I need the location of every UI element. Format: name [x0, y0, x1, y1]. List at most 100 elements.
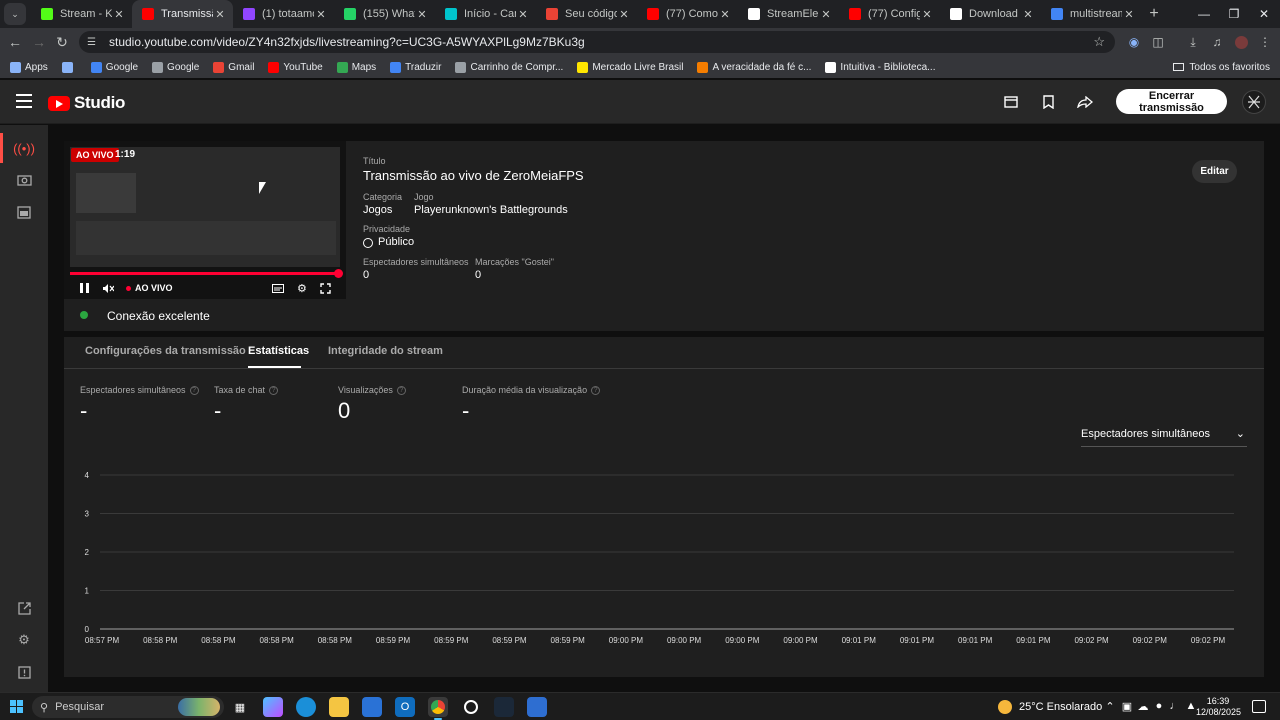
help-icon[interactable]: ?: [189, 385, 199, 395]
bookmark-item[interactable]: A veracidade da fé c...: [697, 61, 811, 73]
edge-icon[interactable]: [296, 697, 316, 717]
chevron-up-icon[interactable]: ⌃: [1103, 700, 1117, 713]
feedback-icon[interactable]: [15, 663, 33, 681]
tab-stream-health[interactable]: Integridade do stream: [328, 345, 443, 357]
tab-statistics[interactable]: Estatísticas: [248, 345, 309, 357]
store-icon[interactable]: [362, 697, 382, 717]
tab-close-icon[interactable]: ✕: [1122, 8, 1136, 21]
edit-button[interactable]: Editar: [1192, 160, 1237, 183]
new-tab-plus-icon[interactable]: +: [1142, 5, 1166, 23]
bookmark-item[interactable]: [61, 61, 77, 73]
bookmark-icon[interactable]: [1039, 93, 1057, 111]
reload-icon[interactable]: ↻: [53, 33, 71, 51]
calendar-icon[interactable]: [15, 203, 33, 221]
site-info-icon[interactable]: ☰: [87, 37, 101, 48]
tab-close-icon[interactable]: ✕: [314, 8, 328, 21]
progress-knob[interactable]: [334, 269, 343, 278]
stream-preview-player[interactable]: [64, 141, 346, 299]
external-link-icon[interactable]: [15, 599, 33, 617]
steam-icon[interactable]: [494, 697, 514, 717]
help-icon[interactable]: ?: [396, 385, 406, 395]
tab-close-icon[interactable]: ✕: [112, 8, 126, 21]
tab-close-icon[interactable]: ✕: [819, 8, 833, 21]
camera-icon[interactable]: [15, 171, 33, 189]
bookmark-item[interactable]: Maps: [336, 61, 376, 73]
layout-icon[interactable]: [1002, 93, 1020, 111]
media-controls-icon[interactable]: ♫: [1209, 34, 1225, 50]
channel-avatar[interactable]: [1242, 90, 1266, 114]
browser-tab[interactable]: Início - Canva✕: [435, 0, 536, 28]
tab-close-icon[interactable]: ✕: [415, 8, 429, 21]
bookmark-star-icon[interactable]: ☆: [1093, 34, 1105, 50]
back-arrow-icon[interactable]: ←: [6, 33, 24, 51]
browser-tab[interactable]: (77) Configura✕: [839, 0, 940, 28]
bookmark-item[interactable]: Intuitiva - Biblioteca...: [825, 61, 935, 73]
tab-close-icon[interactable]: ✕: [1021, 8, 1035, 21]
extensions-puzzle-icon[interactable]: ◫: [1150, 34, 1166, 50]
help-icon[interactable]: ?: [269, 385, 279, 395]
windows-start-icon[interactable]: [10, 700, 23, 713]
mute-icon[interactable]: [102, 281, 114, 295]
weather-text[interactable]: 25°C Ensolarado: [1019, 701, 1102, 713]
bookmark-item[interactable]: Apps: [10, 61, 48, 73]
bookmark-item[interactable]: Carrinho de Compr...: [455, 61, 563, 73]
task-view-icon[interactable]: ▦: [230, 697, 250, 717]
extension-circle-icon[interactable]: ◉: [1126, 34, 1142, 50]
bookmark-item[interactable]: Traduzir: [390, 61, 441, 73]
browser-tab[interactable]: (155) WhatsApp✕: [334, 0, 435, 28]
player-live-label[interactable]: AO VIVO: [126, 281, 173, 295]
all-bookmarks[interactable]: Todos os favoritos: [1173, 56, 1270, 78]
tab-search-chevron-icon[interactable]: ⌄: [4, 3, 26, 25]
window-close-icon[interactable]: ✕: [1248, 0, 1280, 28]
profile-avatar-icon[interactable]: [1233, 34, 1249, 50]
download-icon[interactable]: ⤓: [1185, 34, 1201, 50]
sun-weather-icon[interactable]: [998, 700, 1012, 714]
help-icon[interactable]: ?: [591, 385, 601, 395]
tab-close-icon[interactable]: ✕: [213, 8, 227, 21]
bookmark-item[interactable]: YouTube: [268, 61, 323, 73]
fullscreen-icon[interactable]: [320, 281, 331, 295]
minimize-icon[interactable]: —: [1188, 0, 1220, 28]
klite-icon[interactable]: [527, 697, 547, 717]
player-settings-icon[interactable]: ⚙: [297, 281, 307, 295]
browser-tab[interactable]: (77) Como faze✕: [637, 0, 738, 28]
share-icon[interactable]: [1076, 93, 1094, 111]
browser-tab[interactable]: Download the✕: [940, 0, 1041, 28]
tab-close-icon[interactable]: ✕: [617, 8, 631, 21]
menu-hamburger-icon[interactable]: [16, 94, 32, 108]
tab-close-icon[interactable]: ✕: [718, 8, 732, 21]
tray-app-icon[interactable]: ▣: [1120, 700, 1134, 713]
system-clock[interactable]: 16:39 12/08/2025: [1196, 696, 1241, 718]
chrome-icon[interactable]: [428, 697, 448, 720]
tab-stream-settings[interactable]: Configurações da transmissão: [85, 345, 246, 357]
onedrive-icon[interactable]: ☁: [1136, 700, 1150, 713]
bookmark-item[interactable]: Gmail: [213, 61, 254, 73]
address-bar[interactable]: ☰ studio.youtube.com/video/ZY4n32fxjds/l…: [79, 31, 1115, 53]
browser-tab[interactable]: StreamElemen✕: [738, 0, 839, 28]
speaker-icon[interactable]: ♩: [1168, 700, 1182, 712]
bookmark-item[interactable]: Mercado Livre Brasil: [577, 61, 683, 73]
captions-icon[interactable]: [272, 281, 284, 295]
outlook-icon[interactable]: O: [395, 697, 415, 717]
live-progress-bar[interactable]: [70, 272, 340, 275]
studio-logo[interactable]: Studio: [48, 93, 125, 113]
end-stream-button[interactable]: Encerrar transmissão: [1116, 89, 1227, 114]
bookmark-item[interactable]: Google: [90, 61, 138, 73]
browser-tab[interactable]: Stream - Kick D✕: [31, 0, 132, 28]
taskbar-search[interactable]: ⚲ Pesquisar: [32, 696, 224, 718]
microphone-icon[interactable]: ●: [1152, 700, 1166, 712]
tab-close-icon[interactable]: ✕: [920, 8, 934, 21]
notifications-icon[interactable]: [1252, 700, 1266, 713]
settings-gear-icon[interactable]: ⚙: [15, 631, 33, 649]
browser-tab[interactable]: (1) totaamc - Tw✕: [233, 0, 334, 28]
browser-tab[interactable]: Seu código de✕: [536, 0, 637, 28]
bookmark-item[interactable]: Google: [152, 61, 199, 73]
tab-close-icon[interactable]: ✕: [516, 8, 530, 21]
browser-menu-icon[interactable]: ⋮: [1257, 34, 1273, 50]
pause-icon[interactable]: [80, 281, 89, 295]
restore-icon[interactable]: ❐: [1218, 0, 1250, 28]
obs-icon[interactable]: [461, 697, 481, 717]
metric-dropdown[interactable]: Espectadores simultâneos ⌄: [1081, 428, 1247, 447]
file-explorer-icon[interactable]: [329, 697, 349, 717]
copilot-icon[interactable]: [263, 697, 283, 717]
